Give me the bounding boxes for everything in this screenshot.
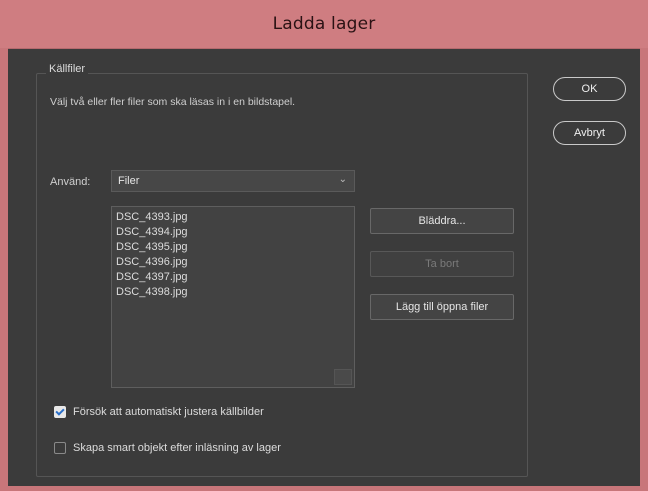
smart-object-checkbox[interactable] (54, 442, 66, 454)
auto-align-option[interactable]: Försök att automatiskt justera källbilde… (54, 406, 264, 418)
remove-button[interactable]: Ta bort (370, 251, 514, 277)
ok-button[interactable]: OK (553, 77, 626, 101)
title-bar: Ladda lager (0, 0, 648, 48)
smart-object-label: Skapa smart objekt efter inläsning av la… (73, 442, 281, 454)
add-open-files-button[interactable]: Lägg till öppna filer (370, 294, 514, 320)
file-list[interactable]: DSC_4393.jpg DSC_4394.jpg DSC_4395.jpg DSC_… (111, 206, 355, 388)
file-list-item[interactable]: DSC_4395.jpg (116, 240, 354, 255)
file-list-item[interactable]: DSC_4396.jpg (116, 255, 354, 270)
window-title: Ladda lager (272, 14, 376, 34)
file-list-item[interactable]: DSC_4398.jpg (116, 285, 354, 300)
smart-object-option[interactable]: Skapa smart objekt efter inläsning av la… (54, 442, 281, 454)
file-list-item[interactable]: DSC_4394.jpg (116, 225, 354, 240)
file-list-item[interactable]: DSC_4397.jpg (116, 270, 354, 285)
auto-align-checkbox[interactable] (54, 406, 66, 418)
file-list-item[interactable]: DSC_4393.jpg (116, 210, 354, 225)
browse-button[interactable]: Bläddra... (370, 208, 514, 234)
auto-align-label: Försök att automatiskt justera källbilde… (73, 406, 264, 418)
source-files-description: Välj två eller fler filer som ska läsas … (50, 96, 296, 108)
use-label: Använd: (50, 176, 91, 188)
load-layers-dialog: Källfiler Välj två eller fler filer som … (8, 48, 640, 486)
chevron-down-icon: ⌄ (338, 174, 347, 185)
use-dropdown[interactable]: Filer ⌄ (111, 170, 355, 192)
cancel-button[interactable]: Avbryt (553, 121, 626, 145)
use-dropdown-value: Filer (118, 175, 140, 187)
source-files-legend: Källfiler (46, 63, 89, 75)
list-resize-corner (334, 369, 352, 385)
